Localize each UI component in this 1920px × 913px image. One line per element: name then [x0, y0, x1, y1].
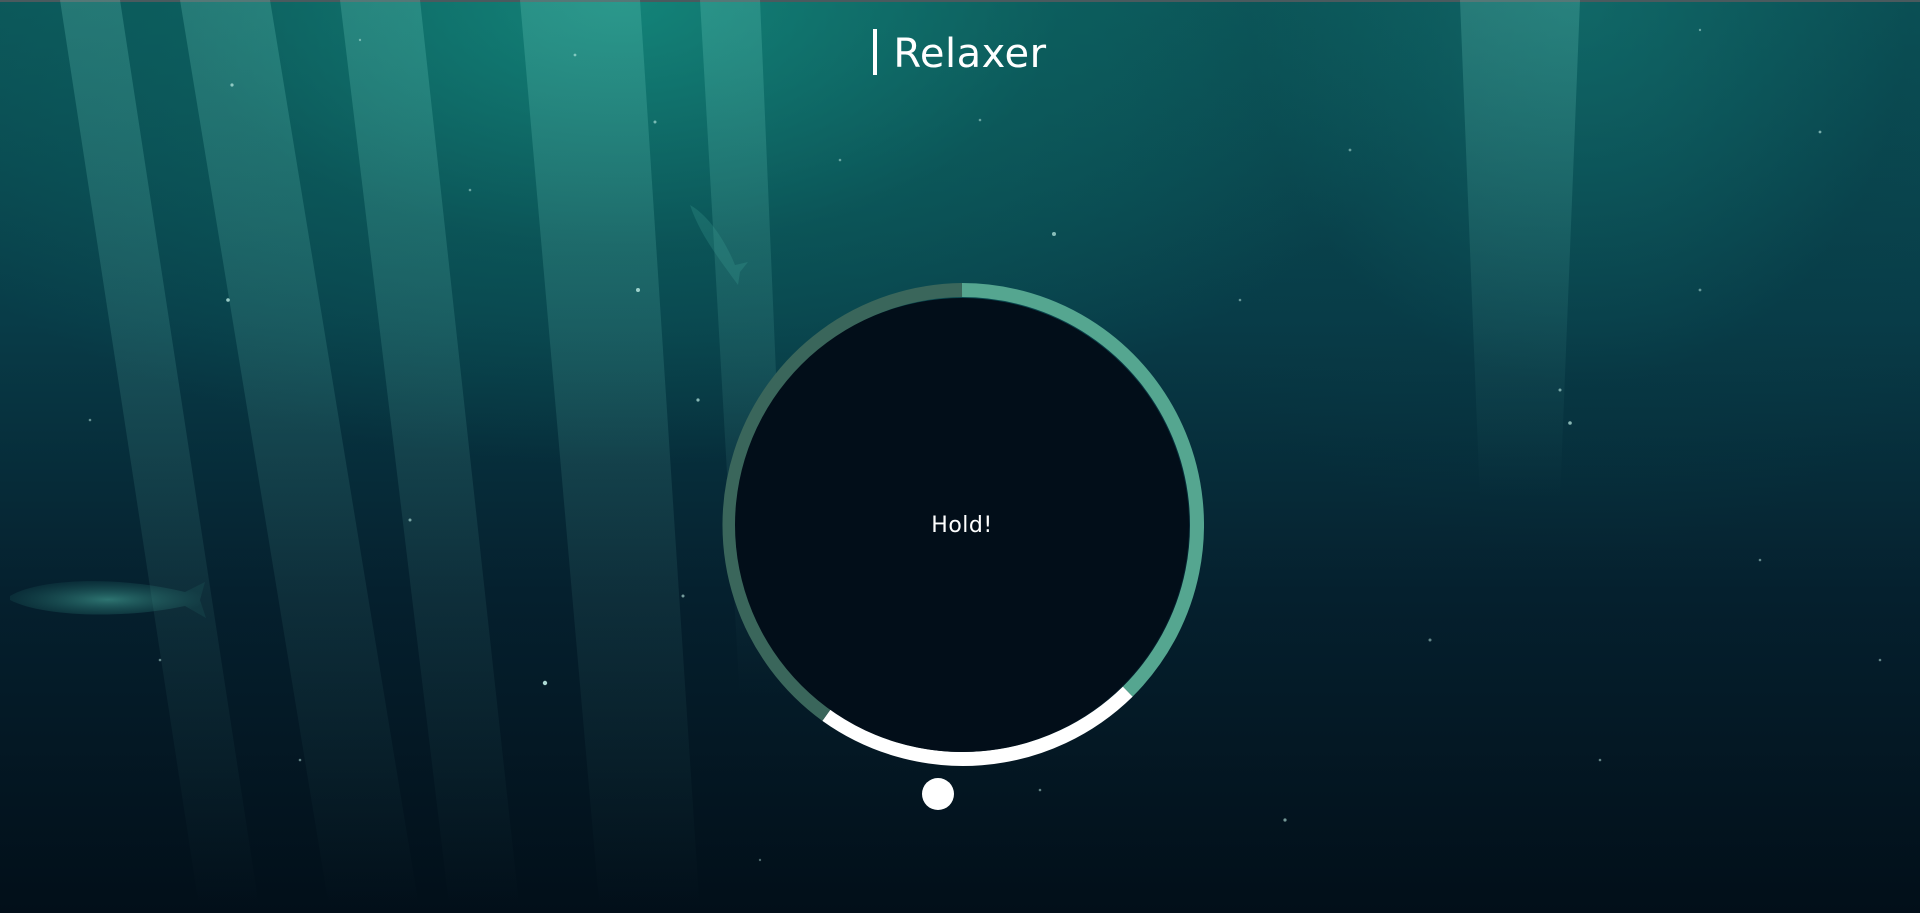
title-accent-bar [873, 29, 878, 75]
app-title-text: Relaxer [893, 31, 1047, 77]
inner-circle: Hold! [735, 298, 1189, 752]
app-title: Relaxer [0, 26, 1920, 80]
breathing-circle: Hold! [720, 283, 1204, 767]
breathing-status-text: Hold! [931, 512, 993, 538]
phase-pointer-dot [922, 778, 954, 810]
